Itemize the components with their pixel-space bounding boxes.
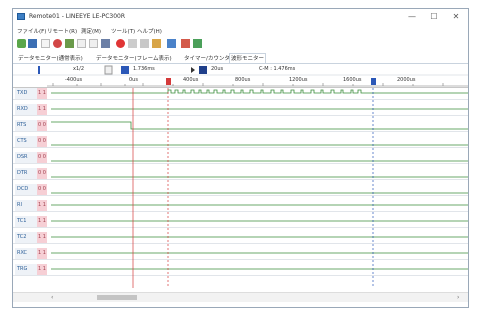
ruler-label: 2000us [397, 77, 416, 83]
save-icon[interactable] [28, 39, 37, 48]
menu-file[interactable]: ファイル(F) [17, 27, 46, 35]
config-icon[interactable] [101, 39, 110, 48]
title-bar: Remote01 - LINEEYE LE-PC300R — ☐ ✕ [13, 9, 468, 25]
export-icon[interactable] [193, 39, 202, 48]
tab-waveform-monitor[interactable]: 波形モニター [229, 53, 267, 63]
cursor-a-time[interactable]: 1.736ms [133, 66, 155, 72]
horizontal-scrollbar[interactable]: ‹ › [13, 292, 468, 302]
minimize-button[interactable]: — [405, 12, 419, 22]
connect-icon[interactable] [53, 39, 62, 48]
tool-icon[interactable] [65, 39, 74, 48]
zoom-level[interactable]: x1/2 [73, 66, 84, 72]
ruler-label: -400us [65, 77, 83, 83]
application-window: Remote01 - LINEEYE LE-PC300R — ☐ ✕ ファイル(… [12, 8, 469, 308]
stop-icon[interactable] [128, 39, 137, 48]
tab-timer-counter[interactable]: タイマー/カウンタ [183, 54, 231, 62]
ruler-label: 1200us [289, 77, 308, 83]
print-icon[interactable] [181, 39, 190, 48]
copy-icon[interactable] [77, 39, 86, 48]
app-icon [17, 13, 25, 20]
ruler-label: 0us [129, 77, 138, 83]
paste-icon[interactable] [89, 39, 98, 48]
maximize-button[interactable]: ☐ [427, 12, 441, 22]
cursor-c-marker [166, 78, 171, 85]
tab-data-monitor-frame[interactable]: データモニター(フレーム表示) [95, 54, 173, 62]
cursor-a-icon [121, 66, 129, 74]
window-title: Remote01 - LINEEYE LE-PC300R [29, 13, 126, 20]
waveform-controls: x1/2 1.736ms 20us C-M : 1.476ms [13, 64, 468, 76]
scroll-right-icon[interactable]: › [457, 294, 459, 301]
undo-icon[interactable] [41, 39, 50, 48]
scroll-thumb[interactable] [97, 295, 137, 300]
open-icon[interactable] [17, 39, 26, 48]
scroll-left-icon[interactable]: ‹ [51, 294, 53, 301]
ruler-label: 800us [235, 77, 251, 83]
trace-rts [51, 121, 468, 130]
play-icon [191, 67, 195, 73]
signal-area[interactable]: TXD 1 1 RXD 1 1 RTS 0 0 CTS 0 0 DSR 0 0 … [13, 88, 468, 288]
menu-tools[interactable]: ツール(T) [111, 27, 135, 35]
ruler-label: 1600us [343, 77, 362, 83]
cursor-m-marker [371, 78, 376, 85]
zoom-button-icon [104, 65, 113, 75]
menu-measure[interactable]: 測定(M) [81, 27, 101, 35]
menu-help[interactable]: ヘルプ(H) [137, 27, 162, 35]
cursor-delta: C-M : 1.476ms [259, 66, 296, 72]
waveform-traces [51, 89, 468, 270]
tab-data-monitor-normal[interactable]: データモニター(通常表示) [17, 54, 84, 62]
waveform-canvas[interactable] [13, 88, 468, 288]
monitor-icon[interactable] [167, 39, 176, 48]
close-button[interactable]: ✕ [449, 12, 463, 22]
cursor-b-icon [199, 66, 207, 74]
menu-bar: ファイル(F) リモート(R) 測定(M) ツール(T) ヘルプ(H) [13, 26, 468, 36]
tab-strip: データモニター(通常表示) データモニター(フレーム表示) タイマー/カウンタ … [13, 53, 468, 64]
menu-remote[interactable]: リモート(R) [47, 27, 77, 35]
pause-icon[interactable] [140, 39, 149, 48]
folder-icon[interactable] [152, 39, 161, 48]
trace-txd [51, 89, 468, 94]
cursor-b-time[interactable]: 20us [211, 66, 223, 72]
toolbar [13, 37, 468, 51]
ruler-label: 400us [183, 77, 199, 83]
record-icon[interactable] [116, 39, 125, 48]
time-ruler: -400us 0us 400us 800us 1200us 1600us 200… [13, 77, 468, 88]
